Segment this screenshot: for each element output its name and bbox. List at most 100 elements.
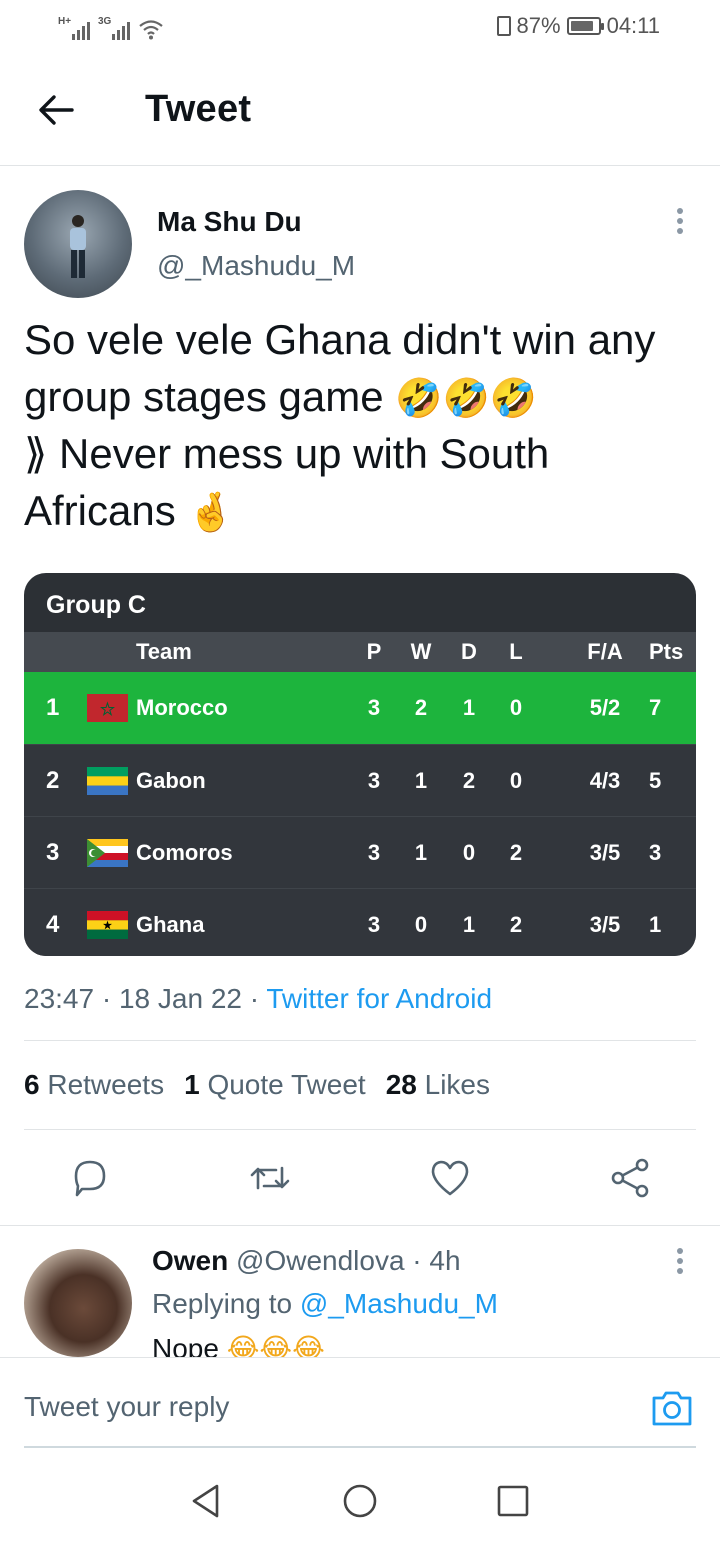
row-w: 1	[414, 839, 428, 865]
divider	[24, 1129, 696, 1130]
recents-square-icon[interactable]	[493, 1481, 533, 1521]
signal-icon-2: 3G	[98, 16, 130, 40]
quotes-stat[interactable]: 1 Quote Tweet	[184, 1069, 366, 1100]
reply-avatar[interactable]	[24, 1249, 132, 1357]
signal-icon: H+	[58, 16, 90, 40]
reply-input[interactable]: Tweet your reply	[24, 1391, 229, 1423]
row-pts: 5	[649, 767, 662, 793]
row-team: Morocco	[136, 695, 228, 720]
reply-text: Nope 😂😂😂	[152, 1332, 325, 1358]
row-fa: 3/5	[589, 911, 621, 937]
status-right: 87% 04:11	[496, 12, 660, 40]
likes-stat[interactable]: 28 Likes	[386, 1069, 490, 1100]
tweet-text: So vele vele Ghana didn't win any group …	[24, 312, 714, 540]
tweet-source-link[interactable]: Twitter for Android	[266, 983, 492, 1014]
row-d: 1	[462, 695, 476, 720]
battery-icon	[566, 17, 604, 35]
row-position: 1	[46, 694, 60, 721]
author-name[interactable]: Ma Shu Du	[157, 206, 302, 238]
tweet-line-2-text: group stages game	[24, 372, 384, 420]
quotes-label: Quote Tweet	[207, 1069, 366, 1100]
retweets-label: Retweets	[47, 1069, 165, 1100]
row-l: 2	[509, 839, 523, 865]
row-w: 1	[414, 767, 428, 793]
row-fa: 5/2	[589, 695, 621, 720]
retweets-stat[interactable]: 6 Retweets	[24, 1069, 164, 1100]
reply-header: Owen @Owendlova · 4h	[152, 1245, 461, 1276]
crossed-fingers-emoji: 🤞	[187, 489, 235, 534]
tweet-meta: 23:47 · 18 Jan 22 · Twitter for Android	[24, 983, 493, 1014]
row-l: 0	[509, 767, 523, 793]
gabon-flag	[87, 766, 128, 795]
reply-author-handle[interactable]: @Owendlova	[236, 1245, 405, 1276]
row-fa: 3/5	[589, 839, 621, 865]
row-w: 0	[414, 911, 428, 937]
row-l: 0	[509, 695, 523, 720]
row-pts: 1	[649, 911, 662, 937]
retweet-icon[interactable]	[248, 1156, 292, 1200]
standings-row: 3 Comoros 3 1 0 2 3/5 3	[24, 816, 696, 888]
replying-prefix: Replying to	[152, 1288, 293, 1319]
tweet-image-standings[interactable]: Group C Team P W D L F/A Pts 1 Morocco 3…	[24, 573, 696, 956]
more-options-icon[interactable]	[671, 208, 689, 238]
reply-time: 4h	[429, 1245, 461, 1276]
row-d: 2	[462, 767, 476, 793]
camera-icon[interactable]	[650, 1388, 694, 1428]
reply-icon[interactable]	[68, 1156, 112, 1200]
header-w: W	[410, 639, 432, 664]
replying-to-mention[interactable]: @_Mashudu_M	[300, 1288, 498, 1319]
reply-composer: Tweet your reply	[0, 1357, 720, 1457]
header-team: Team	[136, 639, 192, 664]
home-circle-icon[interactable]	[340, 1481, 380, 1521]
vibrate-icon	[496, 16, 511, 36]
signal-type-label: H+	[58, 16, 72, 27]
likes-label: Likes	[424, 1069, 491, 1100]
row-pts: 7	[649, 695, 662, 720]
page-title: Tweet	[145, 88, 252, 130]
avatar-figure	[70, 215, 86, 278]
row-d: 1	[462, 911, 476, 937]
tweet-stats: 6 Retweets 1 Quote Tweet 28 Likes	[24, 1069, 490, 1101]
reply-text-body: Nope	[152, 1333, 219, 1358]
like-icon[interactable]	[428, 1156, 472, 1200]
system-navigation-bar	[0, 1459, 720, 1541]
standings-title: Group C	[46, 591, 146, 619]
tweet-line-1: So vele vele Ghana didn't win any	[24, 316, 656, 363]
status-left: H+ 3G	[58, 12, 164, 40]
author-avatar[interactable]	[24, 190, 132, 298]
status-time: 04:11	[606, 13, 660, 38]
ghana-flag	[87, 910, 128, 939]
replying-to: Replying to @_Mashudu_M	[152, 1288, 498, 1320]
signal-type-label-2: 3G	[98, 16, 112, 27]
top-app-bar: Tweet	[0, 52, 720, 166]
tweet-date: 18 Jan 22	[118, 983, 242, 1014]
standings-row: 2 Gabon 3 1 2 0 4/3 5	[24, 744, 696, 816]
reply-more-options-icon[interactable]	[671, 1248, 689, 1278]
row-l: 2	[509, 911, 523, 937]
header-pts: Pts	[649, 639, 684, 664]
joy-emoji: 😂😂😂	[226, 1332, 325, 1358]
reply-author-name[interactable]: Owen	[152, 1245, 228, 1276]
wifi-icon	[139, 20, 163, 40]
comoros-flag	[87, 838, 128, 867]
row-position: 4	[46, 910, 60, 938]
row-position: 2	[46, 766, 60, 794]
tweet-line-4-text: Africans	[24, 486, 176, 534]
tweet-actions	[0, 1156, 720, 1200]
tweet-line-4: Africans 🤞	[24, 483, 714, 541]
row-w: 2	[414, 695, 428, 720]
tweet-time: 23:47	[24, 983, 95, 1014]
row-d: 0	[462, 839, 476, 865]
share-icon[interactable]	[608, 1156, 652, 1200]
rofl-emoji: 🤣🤣🤣	[395, 375, 538, 420]
battery-percent: 87%	[516, 13, 561, 38]
arrow-left-icon[interactable]	[34, 88, 78, 132]
row-p: 3	[367, 911, 381, 937]
back-triangle-icon[interactable]	[186, 1481, 226, 1521]
row-fa: 4/3	[589, 767, 621, 793]
author-handle[interactable]: @_Mashudu_M	[157, 250, 355, 282]
tweet-line-3: ⟫ Never mess up with South	[24, 430, 550, 477]
header-p: P	[366, 639, 382, 664]
standings-row: 4 Ghana 3 0 1 2 3/5 1	[24, 888, 696, 956]
quotes-count: 1	[184, 1069, 200, 1100]
